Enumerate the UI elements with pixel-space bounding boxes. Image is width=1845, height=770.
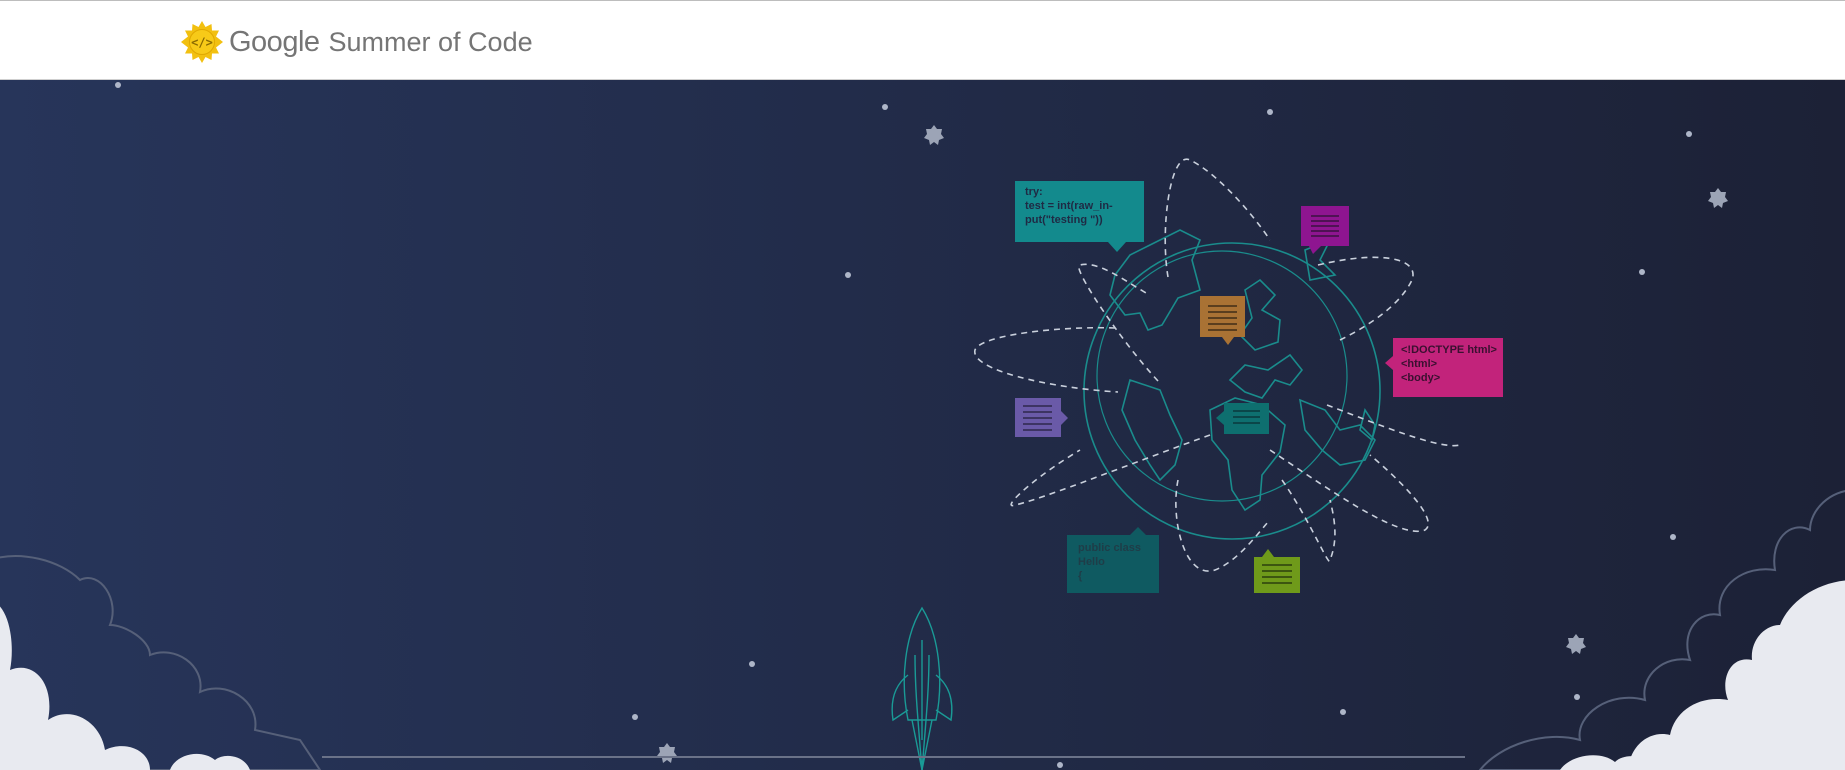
bubble-lines-lavender xyxy=(1015,398,1068,437)
svg-text:</>: </> xyxy=(191,36,213,50)
sparkle-icon xyxy=(657,743,677,763)
logo-product-text: Summer of Code xyxy=(328,26,533,57)
left-clouds xyxy=(0,555,322,770)
code-brackets-sun-icon: </> xyxy=(181,21,223,63)
right-clouds xyxy=(1478,490,1845,770)
star-dot xyxy=(882,104,888,110)
star-dot xyxy=(749,661,755,667)
bubble-java: public class Hello { xyxy=(1067,527,1159,593)
star-dot xyxy=(1686,131,1692,137)
star-dot xyxy=(1574,694,1580,700)
star-dot xyxy=(1340,709,1346,715)
sparkle-icon xyxy=(1708,188,1728,208)
gsoc-logo-link[interactable]: </> Google Summer of Code xyxy=(181,21,533,63)
stars xyxy=(115,82,1692,768)
star-dot xyxy=(1639,269,1645,275)
site-header: </> Google Summer of Code xyxy=(0,0,1845,80)
bubble-lines-orange xyxy=(1200,296,1245,345)
star-dot xyxy=(632,714,638,720)
sparkles xyxy=(657,125,1728,763)
rocket-icon xyxy=(891,606,953,770)
sparkle-icon xyxy=(1566,634,1586,654)
bubble-lines-dark-teal xyxy=(1216,403,1269,434)
logo-google-text: Google xyxy=(229,25,320,58)
star-dot xyxy=(845,272,851,278)
hero-illustration: try: test = int(raw_in- put("testing ")) xyxy=(0,82,1845,770)
hero-banner: try: test = int(raw_in- put("testing ")) xyxy=(0,80,1845,770)
star-dot xyxy=(115,82,121,88)
bubble-python: try: test = int(raw_in- put("testing ")) xyxy=(1015,181,1144,252)
bubble-html: <!DOCTYPE html> <html> <body> xyxy=(1385,338,1503,397)
sparkle-icon xyxy=(924,125,944,145)
star-dot xyxy=(1267,109,1273,115)
star-dot xyxy=(1670,534,1676,540)
bubble-lines-green xyxy=(1254,549,1300,593)
star-dot xyxy=(1057,762,1063,768)
bubble-lines-purple xyxy=(1301,206,1349,254)
